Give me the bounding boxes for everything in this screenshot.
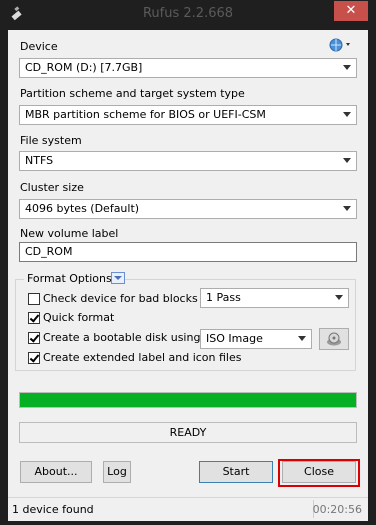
- boot-source-select[interactable]: ISO Image: [200, 329, 312, 349]
- select-image-button[interactable]: [319, 328, 349, 350]
- bad-blocks-label: Check device for bad blocks: [43, 292, 198, 305]
- extended-label-checkbox[interactable]: [28, 352, 40, 364]
- status-text: READY: [19, 422, 357, 443]
- progress-bar: [19, 392, 357, 408]
- progress-fill: [20, 393, 356, 407]
- elapsed-time: 00:20:56: [312, 503, 362, 516]
- format-options-title: Format Options: [24, 271, 115, 287]
- chevron-down-icon: [342, 200, 352, 218]
- device-label: Device: [20, 40, 58, 53]
- cluster-size-select-value: 4096 bytes (Default): [25, 202, 140, 215]
- chevron-down-icon: [342, 106, 352, 124]
- cluster-size-label: Cluster size: [20, 181, 84, 194]
- device-select[interactable]: CD_ROM (D:) [7.7GB]: [19, 58, 357, 78]
- partition-select-value: MBR partition scheme for BIOS or UEFI-CS…: [25, 108, 266, 121]
- start-button[interactable]: Start: [199, 461, 273, 483]
- log-button[interactable]: Log: [103, 461, 131, 483]
- about-button[interactable]: About...: [20, 461, 92, 483]
- main-panel: Device CD_ROM (D:) [7.7GB] Partition sch…: [8, 30, 368, 497]
- filesystem-label: File system: [20, 134, 82, 147]
- disk-image-icon: [327, 332, 341, 346]
- window-close-button[interactable]: ✕: [334, 1, 368, 21]
- globe-language-icon[interactable]: [328, 37, 354, 53]
- chevron-down-icon: [342, 59, 352, 77]
- chevron-down-icon: [297, 330, 307, 348]
- quick-format-checkbox[interactable]: [28, 312, 40, 324]
- partition-label: Partition scheme and target system type: [20, 87, 245, 100]
- device-select-value: CD_ROM (D:) [7.7GB]: [25, 61, 143, 74]
- volume-label-input[interactable]: CD_ROM: [19, 242, 357, 262]
- bad-blocks-checkbox[interactable]: [28, 293, 40, 305]
- close-button-highlight: [278, 459, 360, 487]
- cluster-size-select[interactable]: 4096 bytes (Default): [19, 199, 357, 219]
- filesystem-select[interactable]: NTFS: [19, 151, 357, 171]
- bad-blocks-passes-select[interactable]: 1 Pass: [200, 288, 349, 308]
- chevron-down-icon: [334, 289, 344, 307]
- window-title: Rufus 2.2.668: [142, 6, 234, 21]
- filesystem-select-value: NTFS: [25, 154, 54, 167]
- expand-toggle-icon[interactable]: [111, 272, 125, 284]
- status-bar: 1 device found 00:20:56: [8, 497, 368, 521]
- bootable-checkbox[interactable]: [28, 332, 40, 344]
- title-bar: Rufus 2.2.668 ✕: [0, 0, 376, 28]
- extended-label-label: Create extended label and icon files: [43, 351, 242, 364]
- volume-label-caption: New volume label: [20, 227, 119, 240]
- bad-blocks-passes-value: 1 Pass: [206, 291, 241, 304]
- chevron-down-icon: [342, 152, 352, 170]
- boot-source-value: ISO Image: [206, 332, 263, 345]
- bootable-label: Create a bootable disk using: [43, 331, 201, 344]
- partition-select[interactable]: MBR partition scheme for BIOS or UEFI-CS…: [19, 105, 357, 125]
- quick-format-label: Quick format: [43, 311, 115, 324]
- device-count: 1 device found: [12, 503, 94, 516]
